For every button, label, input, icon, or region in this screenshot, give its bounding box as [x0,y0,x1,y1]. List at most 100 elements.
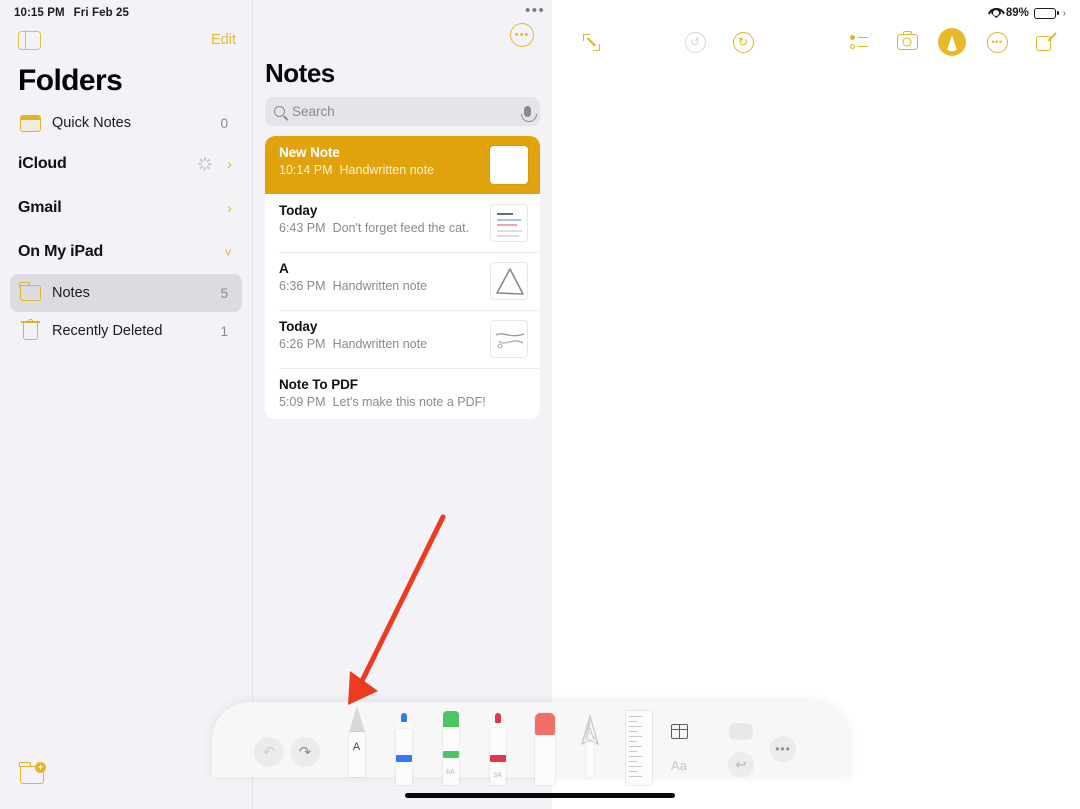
markup-pen-icon[interactable] [938,28,966,56]
note-title: A [279,261,289,276]
chevron-right-icon: › [227,155,232,173]
chevron-right-icon: › [1062,7,1066,19]
note-editor-pane[interactable]: 89% › ↺ ↻ ••• [552,0,1080,809]
note-preview: Handwritten note [332,337,428,351]
search-icon [274,106,285,117]
note-list-item[interactable]: New Note 10:14 PM Handwritten note [265,136,540,194]
note-preview: Handwritten note [332,279,428,293]
new-folder-icon[interactable]: + [19,762,46,787]
note-title: Note To PDF [279,377,358,392]
note-title: New Note [279,145,340,160]
chevron-down-icon: ˅ [224,244,232,260]
triangle-drawing-thumbnail [490,262,528,300]
ipad-notes-screen: 10:15 PM Fri Feb 25 Edit Folders Quick N… [0,0,1080,809]
ruler-tool[interactable] [624,702,653,785]
markup-undo-button[interactable]: ↶ [254,737,284,767]
checklist-icon[interactable] [842,27,876,57]
sidebar-item-on-my-ipad[interactable]: On My iPad ˅ [0,230,252,274]
more-icon[interactable]: ••• [980,27,1014,57]
color-swatch[interactable] [726,716,756,746]
note-preview: Don't forget feed the cat. [332,221,470,235]
green-highlighter[interactable]: bA [436,702,465,785]
note-preview: Handwritten note [339,163,435,177]
battery-icon [1033,7,1059,19]
tool-mini-label: bA [446,769,455,776]
note-title: Today [279,203,318,218]
note-time: 6:26 PM [279,337,326,351]
search-input[interactable] [292,104,520,119]
note-time: 6:36 PM [279,279,326,293]
page-title: Folders [18,64,123,97]
note-subtitle: 6:43 PM Don't forget feed the cat. [279,221,484,235]
sidebar-toggle-icon[interactable] [18,29,41,51]
notes-list-column: ••• ••• Notes New Note 10:14 PM Handwritt… [252,0,552,809]
folders-sidebar: 10:15 PM Fri Feb 25 Edit Folders Quick N… [0,0,252,809]
multitask-dots-icon[interactable]: ••• [525,3,545,18]
redo-icon[interactable]: ↻ [726,27,760,57]
sidebar-item-notes[interactable]: Notes 5 [10,274,242,312]
note-time: 6:43 PM [279,221,326,235]
note-time: 5:09 PM [279,395,326,409]
scribble-thumbnail [490,320,528,358]
text-lines-thumbnail [490,204,528,242]
chevron-right-icon: › [227,199,232,217]
more-circle-icon[interactable]: ••• [510,23,534,47]
expand-icon[interactable] [574,27,608,57]
status-bar-left: 10:15 PM Fri Feb 25 [0,0,252,22]
status-date: Fri Feb 25 [73,7,129,19]
undo-icon[interactable]: ↺ [678,27,712,57]
note-subtitle: 6:36 PM Handwritten note [279,279,484,293]
note-list-item[interactable]: Today 6:43 PM Don't forget feed the cat. [265,194,540,252]
sidebar-item-gmail[interactable]: Gmail › [0,186,252,230]
sync-spinner-icon [197,157,212,171]
red-marker-tool[interactable]: 3A [483,702,512,785]
markup-redo-button[interactable]: ↷ [290,737,320,767]
sidebar-item-count: 1 [220,323,228,339]
sidebar-item-quick-notes[interactable]: Quick Notes 0 [10,104,242,142]
note-subtitle: 6:26 PM Handwritten note [279,337,484,351]
grid-table-icon[interactable] [664,716,694,746]
notes-card: New Note 10:14 PM Handwritten note Today … [265,136,540,419]
shape-undo-icon[interactable]: ↩ [726,750,756,780]
quick-note-icon [20,112,42,134]
pen-tool[interactable]: A [342,702,371,777]
more-options-icon[interactable]: ••• [768,734,798,764]
text-format-label: Aa [671,757,687,773]
sidebar-item-recently-deleted[interactable]: Recently Deleted 1 [10,312,242,350]
text-format-icon[interactable]: Aa [664,750,694,780]
microphone-icon[interactable] [520,106,537,122]
blank-thumbnail [490,146,528,184]
note-list-item[interactable]: Today 6:26 PM Handwritten note [265,310,540,368]
trash-icon [20,318,42,342]
battery-percent: 89% [1005,7,1029,19]
edit-button[interactable]: Edit [211,32,236,48]
sidebar-item-label: Quick Notes [52,115,131,131]
note-list-item[interactable]: Note To PDF 5:09 PM Let's make this note … [265,368,540,419]
note-title: Today [279,319,318,334]
compose-icon[interactable] [1028,27,1062,57]
sidebar-section-label: On My iPad [18,243,104,260]
sidebar-item-label: Recently Deleted [52,323,163,339]
eraser-tool[interactable] [530,702,559,785]
blue-pen-tool[interactable] [389,702,418,785]
markup-tools-group: A bA 3A [342,702,653,785]
editor-toolbar: ↺ ↻ ••• [552,22,1080,62]
note-preview: Let's make this note a PDF! [332,395,486,409]
tool-mini-label: 3A [493,772,502,779]
status-time: 10:15 PM [14,7,65,19]
sidebar-item-count: 5 [220,285,228,301]
search-bar[interactable] [265,97,540,126]
wifi-icon [988,8,1001,18]
sidebar-item-icloud[interactable]: iCloud › [0,142,252,186]
note-list-item[interactable]: A 6:36 PM Handwritten note [265,252,540,310]
lasso-tool[interactable] [577,702,606,779]
notes-list-title: Notes [265,58,335,88]
sidebar-section-label: Gmail [18,199,62,216]
pen-tool-letter: A [352,741,361,753]
markup-right-controls: Aa ↩ ••• [664,712,824,778]
sidebar-section-label: iCloud [18,155,67,172]
note-subtitle: 5:09 PM Let's make this note a PDF! [279,395,522,409]
note-time: 10:14 PM [279,163,333,177]
camera-icon[interactable] [890,27,924,57]
sidebar-item-count: 0 [220,115,228,131]
